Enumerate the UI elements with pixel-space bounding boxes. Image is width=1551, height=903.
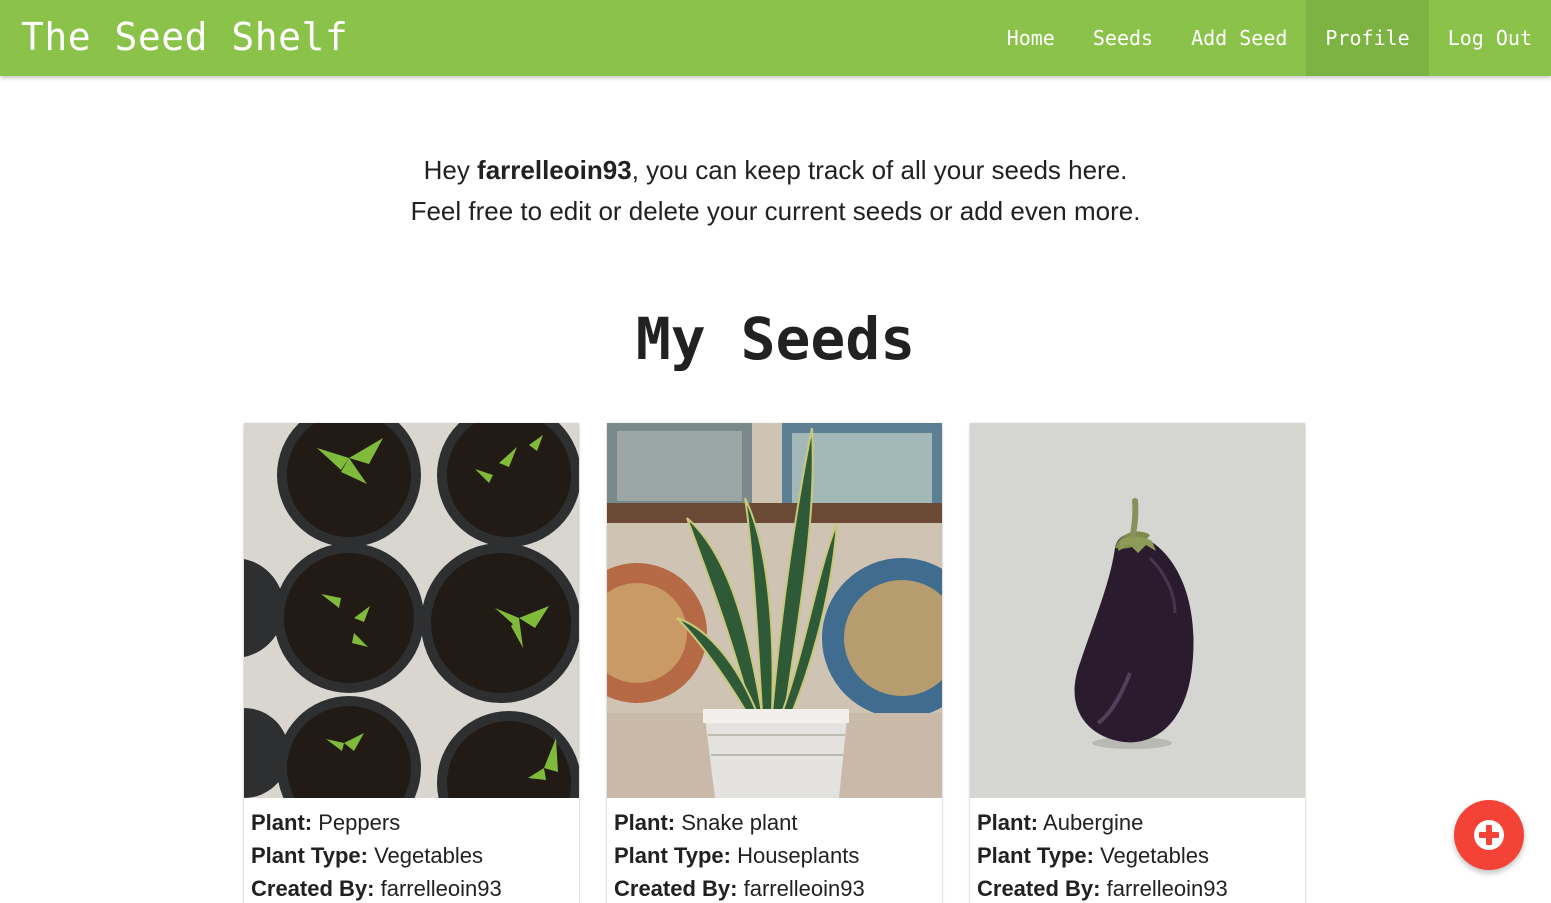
seed-card: Plant: Aubergine Plant Type: Vegetables … (970, 423, 1305, 903)
created-by-value: farrelleoin93 (1106, 876, 1228, 901)
plant-type-label: Plant Type: (977, 843, 1094, 868)
created-by-value: farrelleoin93 (743, 876, 865, 901)
navbar: The Seed Shelf Home Seeds Add Seed Profi… (0, 0, 1551, 76)
nav-link-log-out[interactable]: Log Out (1429, 0, 1551, 76)
brand-logo[interactable]: The Seed Shelf (21, 14, 348, 60)
plant-type-value: Houseplants (737, 843, 860, 868)
nav-links: Home Seeds Add Seed Profile Log Out (988, 0, 1551, 76)
plant-type-value: Vegetables (374, 843, 483, 868)
intro-line-2: Feel free to edit or delete your current… (410, 196, 1141, 226)
snake-plant-image (607, 423, 942, 798)
plant-value: Peppers (318, 810, 401, 835)
plant-value: Snake plant (681, 810, 798, 835)
aubergine-image (970, 423, 1305, 798)
intro-line-1: Hey farrelleoin93, you can keep track of… (0, 150, 1551, 191)
nav-link-seeds[interactable]: Seeds (1074, 0, 1172, 76)
username: farrelleoin93 (477, 155, 632, 185)
plant-row: Plant: Snake plant (614, 806, 935, 839)
plant-label: Plant: (251, 810, 313, 835)
plant-value: Aubergine (1043, 810, 1144, 835)
plant-label: Plant: (977, 810, 1039, 835)
seed-card-content: Plant: Snake plant Plant Type: Houseplan… (607, 798, 942, 903)
created-by-row: Created By: farrelleoin93 (251, 872, 572, 903)
pepper-seedlings-image (244, 423, 579, 798)
plant-label: Plant: (614, 810, 676, 835)
created-by-label: Created By: (251, 876, 375, 901)
nav-link-add-seed[interactable]: Add Seed (1172, 0, 1306, 76)
greeting-suffix: , you can keep track of all your seeds h… (631, 155, 1128, 185)
created-by-value: farrelleoin93 (380, 876, 502, 901)
plant-type-label: Plant Type: (614, 843, 731, 868)
seed-card: Plant: Peppers Plant Type: Vegetables Cr… (244, 423, 579, 903)
seed-card: Plant: Snake plant Plant Type: Houseplan… (607, 423, 942, 903)
created-by-row: Created By: farrelleoin93 (614, 872, 935, 903)
created-by-label: Created By: (614, 876, 738, 901)
seed-card-content: Plant: Peppers Plant Type: Vegetables Cr… (244, 798, 579, 903)
seed-card-content: Plant: Aubergine Plant Type: Vegetables … (970, 798, 1305, 903)
plant-type-label: Plant Type: (251, 843, 368, 868)
plant-row: Plant: Aubergine (977, 806, 1298, 839)
add-circle-icon (1474, 820, 1504, 850)
add-seed-fab-button[interactable] (1454, 800, 1524, 870)
page-title: My Seeds (635, 305, 916, 373)
plant-type-row: Plant Type: Houseplants (614, 839, 935, 872)
greeting-prefix: Hey (423, 155, 478, 185)
plant-type-value: Vegetables (1100, 843, 1209, 868)
intro-text: Hey farrelleoin93, you can keep track of… (0, 150, 1551, 232)
created-by-row: Created By: farrelleoin93 (977, 872, 1298, 903)
plant-type-row: Plant Type: Vegetables (977, 839, 1298, 872)
created-by-label: Created By: (977, 876, 1101, 901)
nav-link-profile[interactable]: Profile (1306, 0, 1429, 76)
nav-link-home[interactable]: Home (988, 0, 1074, 76)
plant-row: Plant: Peppers (251, 806, 572, 839)
plant-type-row: Plant Type: Vegetables (251, 839, 572, 872)
